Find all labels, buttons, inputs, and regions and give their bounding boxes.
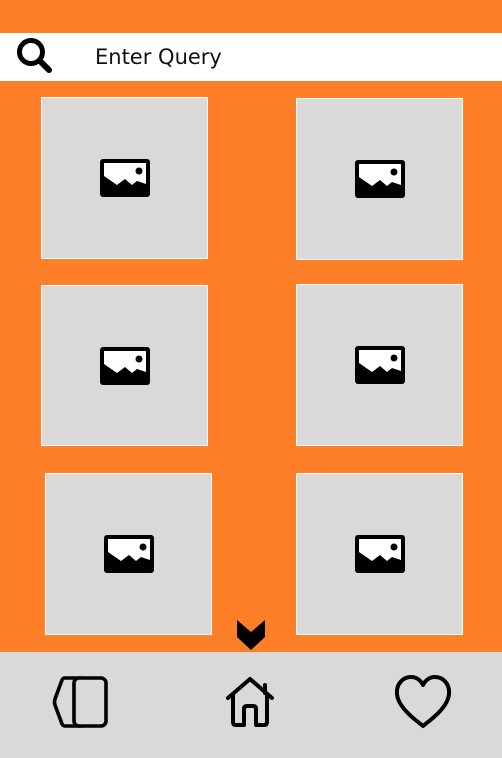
image-placeholder-icon [354, 160, 405, 198]
image-placeholder-icon [354, 346, 405, 384]
image-placeholder-icon [99, 346, 150, 385]
image-placeholder-icon [103, 535, 154, 573]
gallery-tile[interactable] [41, 285, 208, 446]
nav-cards-button[interactable] [50, 672, 114, 732]
app-screen [0, 0, 502, 758]
gallery-tile[interactable] [41, 97, 208, 259]
image-placeholder-icon [354, 535, 405, 573]
gallery-tile[interactable] [296, 473, 463, 635]
search-input[interactable] [95, 33, 485, 81]
search-bar [0, 33, 502, 81]
gallery-tile[interactable] [45, 473, 212, 635]
cards-icon [52, 676, 108, 728]
bottom-navigation [0, 652, 502, 758]
nav-home-button[interactable] [218, 672, 282, 732]
gallery-tile[interactable] [296, 284, 463, 446]
home-icon [226, 677, 274, 727]
chevron-down-icon[interactable] [235, 618, 267, 652]
image-placeholder-icon [99, 159, 150, 197]
search-icon[interactable] [16, 37, 54, 75]
heart-icon [394, 675, 452, 728]
nav-favorites-button[interactable] [391, 672, 455, 732]
gallery-tile[interactable] [296, 98, 463, 260]
